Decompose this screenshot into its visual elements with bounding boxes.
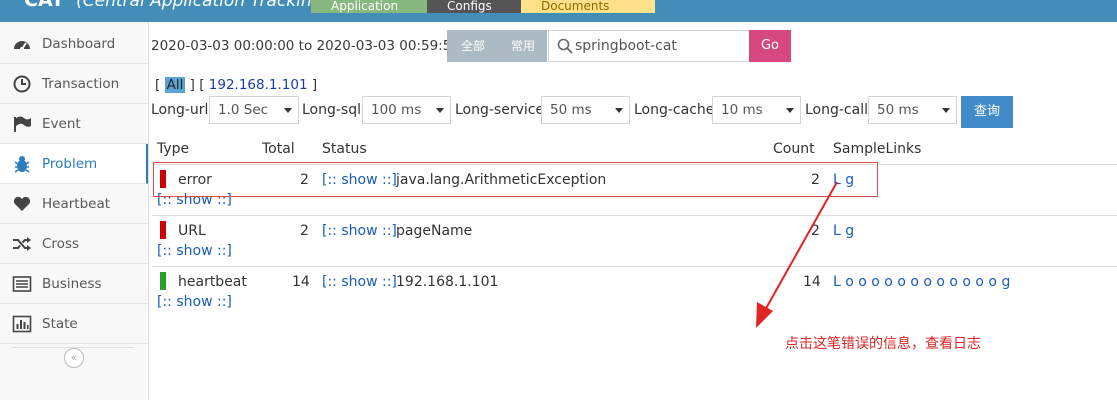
sidebar-item-cross[interactable]: Cross — [0, 224, 148, 264]
search-field[interactable] — [548, 30, 750, 62]
sidebar-item-label: Business — [42, 276, 102, 292]
long-cache-label: Long-cache — [634, 102, 715, 118]
sample-links[interactable]: L o o o o o o o o o o o o g — [833, 274, 1010, 290]
sidebar-item-heartbeat[interactable]: Heartbeat — [0, 184, 148, 224]
caret-down-icon — [786, 108, 794, 113]
type-show-link[interactable]: [:: show ::] — [157, 294, 232, 310]
time-range: 2020-03-03 00:00:00 to 2020-03-03 00:59:… — [151, 38, 460, 54]
table-divider — [152, 215, 1117, 216]
long-cache-select[interactable]: 10 ms — [712, 96, 801, 124]
caret-down-icon — [615, 108, 623, 113]
flag-icon — [14, 116, 31, 132]
long-url-select[interactable]: 1.0 Sec — [209, 96, 299, 124]
all-button[interactable]: 全部 — [447, 30, 499, 62]
select-value: 50 ms — [550, 102, 592, 118]
tab-application[interactable]: Application — [311, 0, 439, 13]
annotation-arrow-icon — [756, 181, 838, 328]
status-color-bar — [160, 272, 166, 290]
list-icon — [12, 276, 32, 292]
heart-icon — [13, 196, 31, 211]
clock-icon — [13, 75, 31, 93]
annotation-text: 点击这笔错误的信息，查看日志 — [785, 336, 981, 352]
dashboard-icon — [14, 41, 30, 51]
sidebar-item-transaction[interactable]: Transaction — [0, 64, 148, 104]
type-show-link[interactable]: [:: show ::] — [157, 243, 232, 259]
bracket: [ — [199, 77, 205, 93]
bracket: ] — [189, 77, 195, 93]
tab-configs[interactable]: Configs — [427, 0, 535, 13]
bug-icon — [14, 156, 30, 173]
row-status: 192.168.1.101 — [396, 274, 499, 290]
sidebar-item-label: Cross — [42, 236, 80, 252]
brand-subtitle: (Central Application Tracking) — [76, 0, 330, 11]
threshold-filters: Long-url 1.0 Sec Long-sql 100 ms Long-se… — [151, 96, 1021, 128]
search-icon — [557, 38, 573, 54]
sidebar-item-label: Transaction — [42, 76, 120, 92]
long-url-label: Long-url — [151, 102, 209, 118]
ip-selector: [ All ] [ 192.168.1.101 ] — [155, 77, 317, 93]
sidebar-collapse-button[interactable]: « — [64, 348, 84, 368]
sidebar-item-label: Event — [42, 116, 81, 132]
tab-documents[interactable]: Documents — [521, 0, 655, 13]
long-sql-select[interactable]: 100 ms — [362, 96, 451, 124]
sidebar-item-label: Dashboard — [42, 36, 116, 52]
ip-link[interactable]: 192.168.1.101 — [209, 77, 308, 93]
go-button[interactable]: Go — [749, 30, 791, 62]
col-header-samplelinks: SampleLinks — [833, 141, 922, 157]
search-input[interactable] — [575, 36, 745, 56]
sidebar-item-dashboard[interactable]: Dashboard — [0, 24, 148, 64]
select-value: 100 ms — [371, 102, 422, 118]
bracket: [ — [155, 77, 161, 93]
select-value: 50 ms — [877, 102, 919, 118]
sidebar: Dashboard Transaction Event Problem Hear… — [0, 22, 149, 400]
bracket: ] — [311, 77, 318, 93]
col-header-count: Count — [773, 141, 815, 157]
table-divider — [152, 266, 1117, 267]
brand-title: CAT (Central Application Tracking) — [24, 0, 329, 11]
random-icon — [13, 237, 31, 251]
select-value: 1.0 Sec — [218, 102, 269, 118]
col-header-type: Type — [157, 141, 190, 157]
brand-name: CAT — [24, 0, 65, 11]
caret-down-icon — [436, 108, 444, 113]
sidebar-item-business[interactable]: Business — [0, 264, 148, 304]
query-button[interactable]: 查询 — [961, 96, 1013, 128]
row-type: heartbeat — [178, 274, 247, 290]
col-header-status: Status — [322, 141, 367, 157]
common-button[interactable]: 常用 — [499, 30, 547, 62]
caret-down-icon — [284, 108, 292, 113]
top-navbar: CAT (Central Application Tracking) Applic… — [0, 0, 1117, 22]
row-type: URL — [178, 223, 206, 239]
status-show-link[interactable]: [:: show ::] — [322, 223, 397, 239]
status-color-bar — [160, 221, 166, 239]
col-header-total: Total — [262, 141, 295, 157]
row-total: 2 — [300, 223, 309, 239]
long-call-label: Long-call — [805, 102, 868, 118]
sidebar-item-problem[interactable]: Problem — [0, 144, 148, 184]
long-call-select[interactable]: 50 ms — [868, 96, 957, 124]
row-status: pageName — [396, 223, 473, 239]
sidebar-item-event[interactable]: Event — [0, 104, 148, 144]
sidebar-item-label: Problem — [42, 156, 98, 172]
sidebar-item-label: State — [42, 316, 78, 332]
sidebar-item-state[interactable]: State — [0, 304, 148, 344]
status-show-link[interactable]: [:: show ::] — [322, 274, 397, 290]
sidebar-item-label: Heartbeat — [42, 196, 111, 212]
long-service-select[interactable]: 50 ms — [541, 96, 630, 124]
select-value: 10 ms — [721, 102, 763, 118]
long-service-label: Long-service — [455, 102, 545, 118]
bar-chart-icon — [12, 315, 32, 333]
ip-all-link[interactable]: All — [164, 77, 186, 93]
caret-down-icon — [942, 108, 950, 113]
long-sql-label: Long-sql — [302, 102, 362, 118]
row-total: 14 — [292, 274, 310, 290]
